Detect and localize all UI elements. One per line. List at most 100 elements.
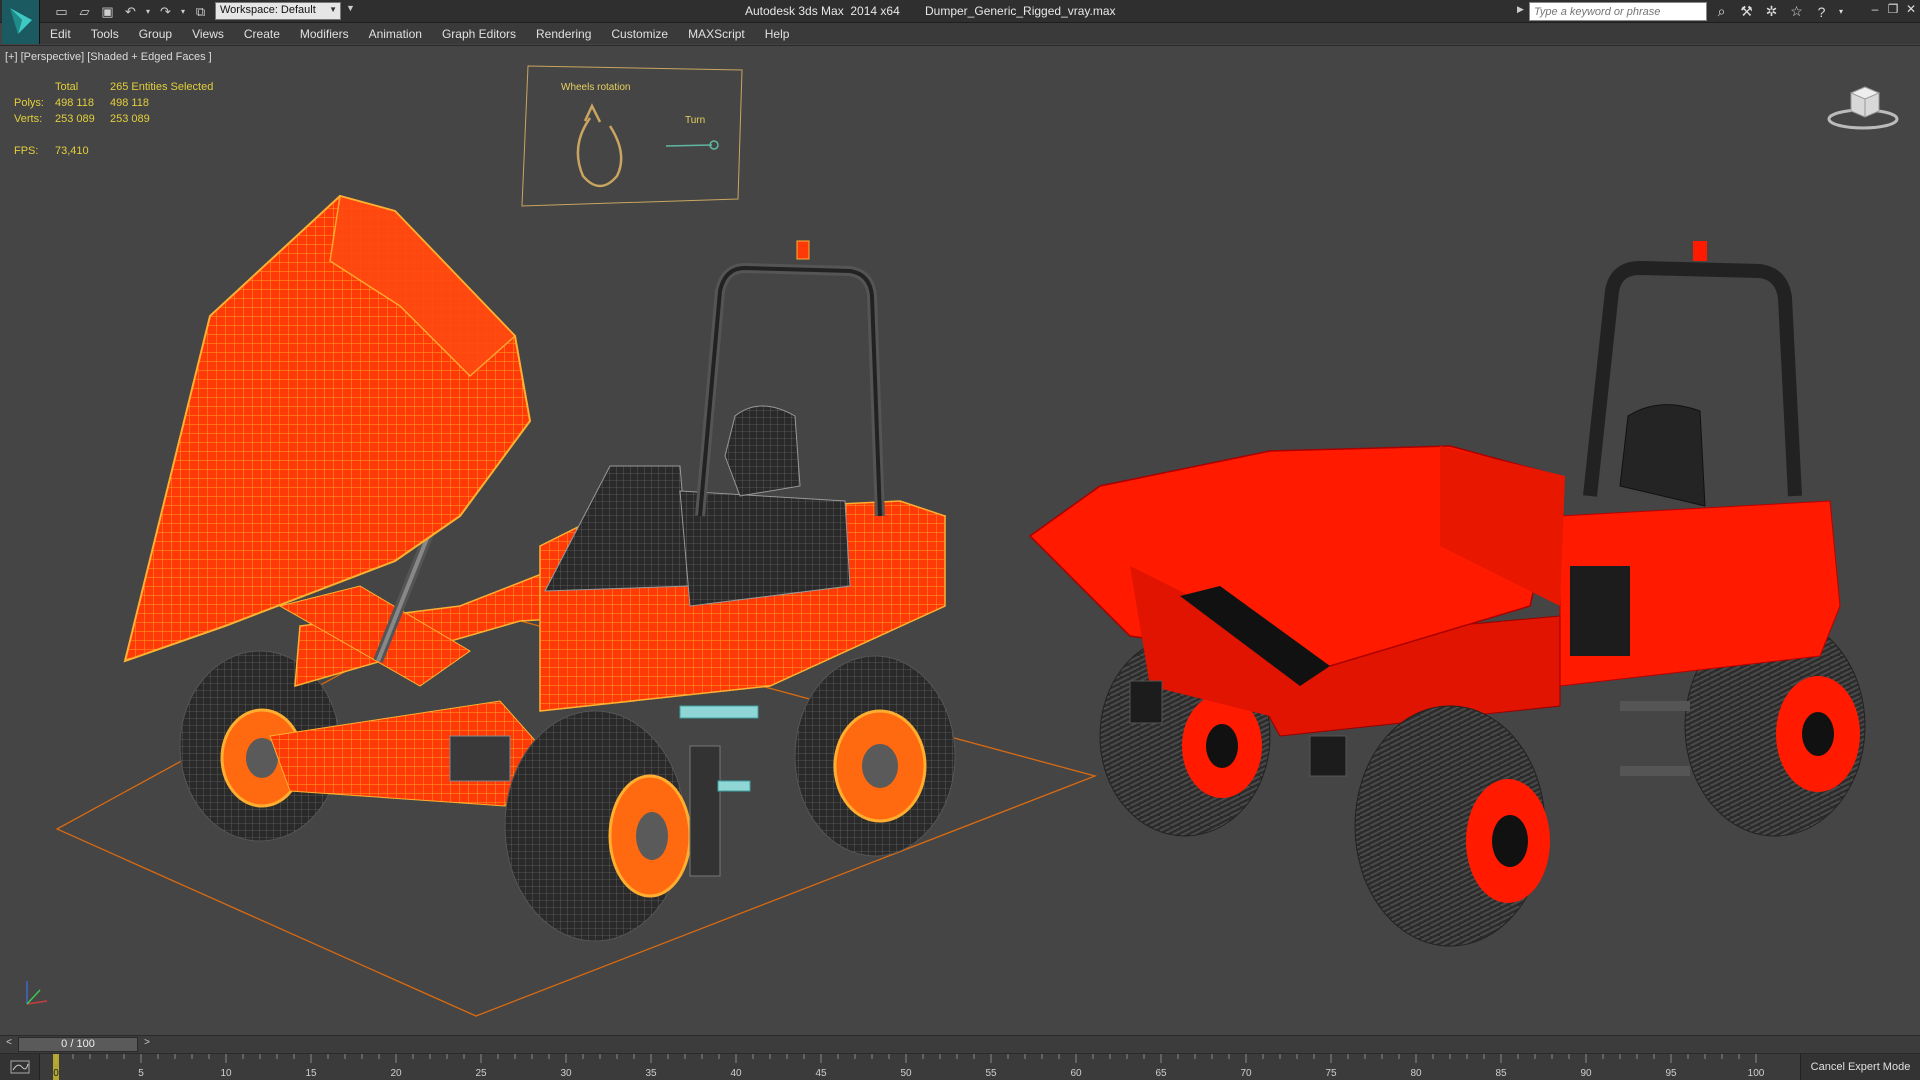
file-name: Dumper_Generic_Rigged_vray.max [925, 4, 1116, 18]
favorites-star-icon[interactable]: ☆ [1787, 2, 1806, 21]
tick-label: 10 [220, 1068, 232, 1079]
stats-verts-selected: 253 089 [110, 113, 150, 125]
tick-label: 70 [1240, 1068, 1252, 1079]
new-file-icon[interactable]: ▭ [52, 2, 71, 21]
infocenter-toolbar: ⌕ ⚒ ✲ ☆ ? ▾ [1712, 2, 1845, 21]
open-file-icon[interactable]: ▱ [75, 2, 94, 21]
project-folder-icon[interactable]: ⧉ [191, 2, 210, 21]
viewport-scene[interactable]: Wheels rotation Turn [0, 46, 1920, 1035]
undo-dropdown-icon[interactable]: ▾ [144, 2, 152, 21]
menu-modifiers[interactable]: Modifiers [300, 27, 349, 41]
communication-icon[interactable]: ✲ [1762, 2, 1781, 21]
close-icon[interactable]: ✕ [1904, 2, 1918, 20]
dumper-shaded-model[interactable] [1028, 241, 1866, 947]
menu-bar: Edit Tools Group Views Create Modifiers … [40, 23, 1920, 44]
beacon-light [796, 240, 810, 260]
time-slider-bar: < 0 / 100 > [0, 1035, 1920, 1053]
menu-maxscript[interactable]: MAXScript [688, 27, 745, 41]
perspective-viewport[interactable]: Wheels rotation Turn [+] [Perspective] [… [0, 45, 1920, 1035]
tick-label: 0 [53, 1068, 59, 1079]
turn-slider-track[interactable] [665, 144, 713, 147]
menu-help[interactable]: Help [765, 27, 790, 41]
tick-label: 75 [1325, 1068, 1337, 1079]
tick-label: 100 [1747, 1068, 1765, 1079]
redo-icon[interactable]: ↷ [156, 2, 175, 21]
stats-verts-total: 253 089 [55, 113, 95, 125]
tick-label: 35 [645, 1068, 657, 1079]
workspace-label: Workspace: Default [220, 4, 316, 16]
stats-polys-selected: 498 118 [110, 97, 149, 109]
menu-edit[interactable]: Edit [50, 27, 71, 41]
next-frame-icon[interactable]: > [140, 1037, 154, 1052]
viewcube-icon[interactable] [1825, 81, 1901, 131]
tick-label: 95 [1665, 1068, 1677, 1079]
tick-label: 40 [730, 1068, 742, 1079]
right-beacon-light [1693, 241, 1707, 261]
frame-ruler[interactable]: 0 5 10 15 20 25 30 35 40 45 50 55 60 65 70 75 80 85 90 95 10… [40, 1054, 1800, 1080]
tick-label: 55 [985, 1068, 997, 1079]
turn-label: Turn [685, 115, 705, 126]
menu-graph-editors[interactable]: Graph Editors [442, 27, 516, 41]
3dsmax-logo-icon [10, 8, 32, 34]
restore-icon[interactable]: ❐ [1886, 2, 1900, 20]
chevron-down-icon: ▼ [329, 5, 337, 14]
binoculars-icon[interactable]: ⌕ [1712, 2, 1731, 21]
tick-label: 60 [1070, 1068, 1082, 1079]
tick-label: 90 [1580, 1068, 1592, 1079]
help-dropdown-icon[interactable]: ▾ [1837, 2, 1845, 21]
help-icon[interactable]: ? [1812, 2, 1831, 21]
tick-label: 15 [305, 1068, 317, 1079]
stats-total-header: Total [55, 81, 79, 93]
curve-editor-icon [10, 1060, 30, 1074]
save-icon[interactable]: ▣ [98, 2, 117, 21]
rotation-arrow-icon [576, 117, 623, 188]
stats-verts-label: Verts: [14, 113, 43, 125]
tick-label: 30 [560, 1068, 572, 1079]
tick-label: 25 [475, 1068, 487, 1079]
search-input[interactable] [1529, 2, 1707, 21]
quick-access-toolbar: ▭ ▱ ▣ ↶ ▾ ↷ ▾ ⧉ [52, 2, 210, 21]
wheels-rotation-title: Wheels rotation [561, 82, 630, 93]
menu-rendering[interactable]: Rendering [536, 27, 591, 41]
tick-label: 80 [1410, 1068, 1422, 1079]
tick-label: 45 [815, 1068, 827, 1079]
menu-tools[interactable]: Tools [91, 27, 119, 41]
axis-gizmo [26, 981, 48, 1005]
stats-selected-header: 265 Entities Selected [110, 81, 214, 93]
tick-label: 5 [138, 1068, 144, 1079]
scene-statistics: Total 265 Entities Selected Polys: 498 1… [14, 81, 250, 161]
time-slider[interactable]: 0 / 100 [18, 1037, 138, 1052]
menu-views[interactable]: Views [192, 27, 224, 41]
menu-animation[interactable]: Animation [369, 27, 422, 41]
window-controls: – ❐ ✕ [1868, 2, 1918, 20]
menu-create[interactable]: Create [244, 27, 280, 41]
toolbar-options-icon[interactable]: ▼ [346, 3, 355, 13]
menu-customize[interactable]: Customize [611, 27, 668, 41]
track-bar: 0 5 10 15 20 25 30 35 40 45 50 55 60 65 70 75 80 85 90 95 10… [0, 1053, 1920, 1080]
redo-dropdown-icon[interactable]: ▾ [179, 2, 187, 21]
stats-polys-total: 498 118 [55, 97, 94, 109]
tick-label: 65 [1155, 1068, 1167, 1079]
tick-label: 50 [900, 1068, 912, 1079]
title-bar: ▭ ▱ ▣ ↶ ▾ ↷ ▾ ⧉ Workspace: Default ▼ ▼ A… [0, 0, 1920, 44]
stats-fps-value: 73,410 [55, 145, 89, 157]
minimize-icon[interactable]: – [1868, 2, 1882, 20]
previous-frame-icon[interactable]: < [2, 1037, 16, 1052]
stats-polys-label: Polys: [14, 97, 44, 109]
app-menu-button[interactable] [2, 0, 40, 44]
subscription-icon[interactable]: ⚒ [1737, 2, 1756, 21]
workspace-dropdown[interactable]: Workspace: Default ▼ [215, 2, 341, 20]
stats-fps-label: FPS: [14, 145, 39, 157]
cancel-expert-mode-button[interactable]: Cancel Expert Mode [1800, 1054, 1920, 1080]
search-expand-icon[interactable]: ▶ [1517, 4, 1524, 15]
tick-label: 20 [390, 1068, 402, 1079]
wheels-rotation-control-panel[interactable]: Wheels rotation Turn [521, 65, 743, 207]
tick-label: 85 [1495, 1068, 1507, 1079]
frame-ticks [53, 1054, 1757, 1080]
app-title: Autodesk 3ds Max 2014 x64 [745, 4, 900, 18]
viewport-label[interactable]: [+] [Perspective] [Shaded + Edged Faces … [5, 51, 212, 63]
undo-icon[interactable]: ↶ [121, 2, 140, 21]
dumper-wireframe-model[interactable] [123, 194, 956, 942]
menu-group[interactable]: Group [139, 27, 172, 41]
track-bar-menu-button[interactable] [0, 1054, 40, 1080]
